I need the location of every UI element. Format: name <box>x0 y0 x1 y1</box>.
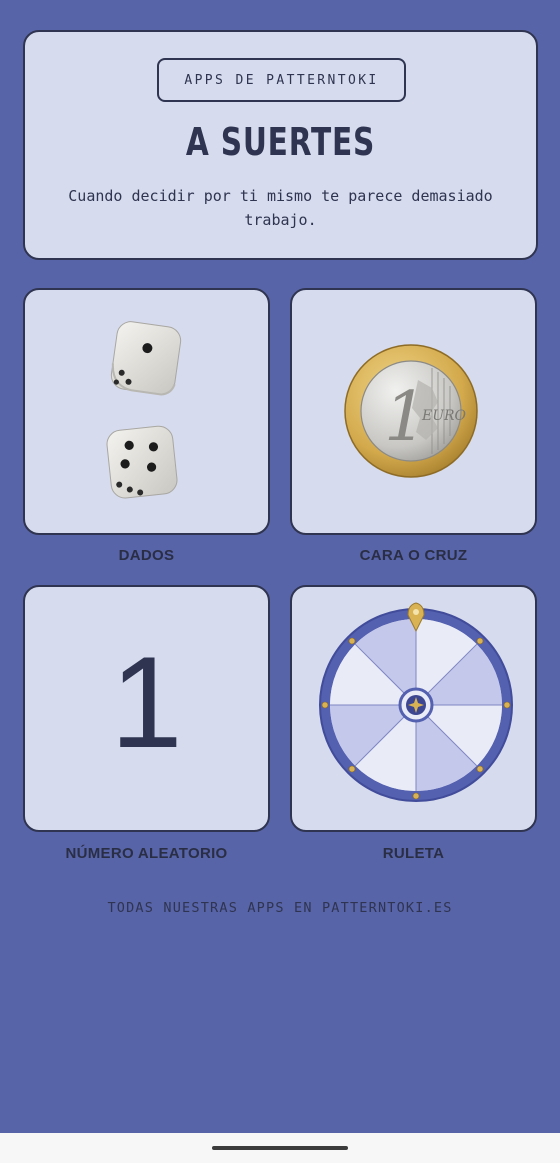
random-number-label: NÚMERO ALEATORIO <box>65 845 228 862</box>
dice-label: DADOS <box>118 547 175 564</box>
dice-icon <box>106 321 182 499</box>
roulette-wheel-icon <box>319 602 513 802</box>
dice-tile[interactable] <box>23 288 270 535</box>
random-number-value: 1 <box>110 629 183 775</box>
home-gesture-handle[interactable] <box>212 1146 348 1150</box>
all-apps-link[interactable]: TODAS NUESTRAS APPS EN PATTERNTOKI.ES <box>0 900 560 916</box>
random-number-tile[interactable]: 1 <box>23 585 270 832</box>
coin-label: CARA O CRUZ <box>359 547 468 564</box>
roulette-label: RULETA <box>382 845 445 862</box>
coin-value-text: 1 <box>384 378 427 457</box>
brand-badge: APPS DE PATTERNTOKI <box>157 58 406 102</box>
header-card: APPS DE PATTERNTOKI A SUERTES Cuando dec… <box>23 30 538 260</box>
coin-tile[interactable]: 1 EURO <box>290 288 537 535</box>
coin-currency-text: EURO <box>421 408 467 424</box>
roulette-tile[interactable] <box>290 585 537 832</box>
system-navigation-bar <box>0 1133 560 1163</box>
euro-coin-icon: 1 EURO <box>344 344 478 478</box>
tagline: Cuando decidir por ti mismo te parece de… <box>68 187 493 229</box>
app-title: A SUERTES <box>185 120 376 164</box>
